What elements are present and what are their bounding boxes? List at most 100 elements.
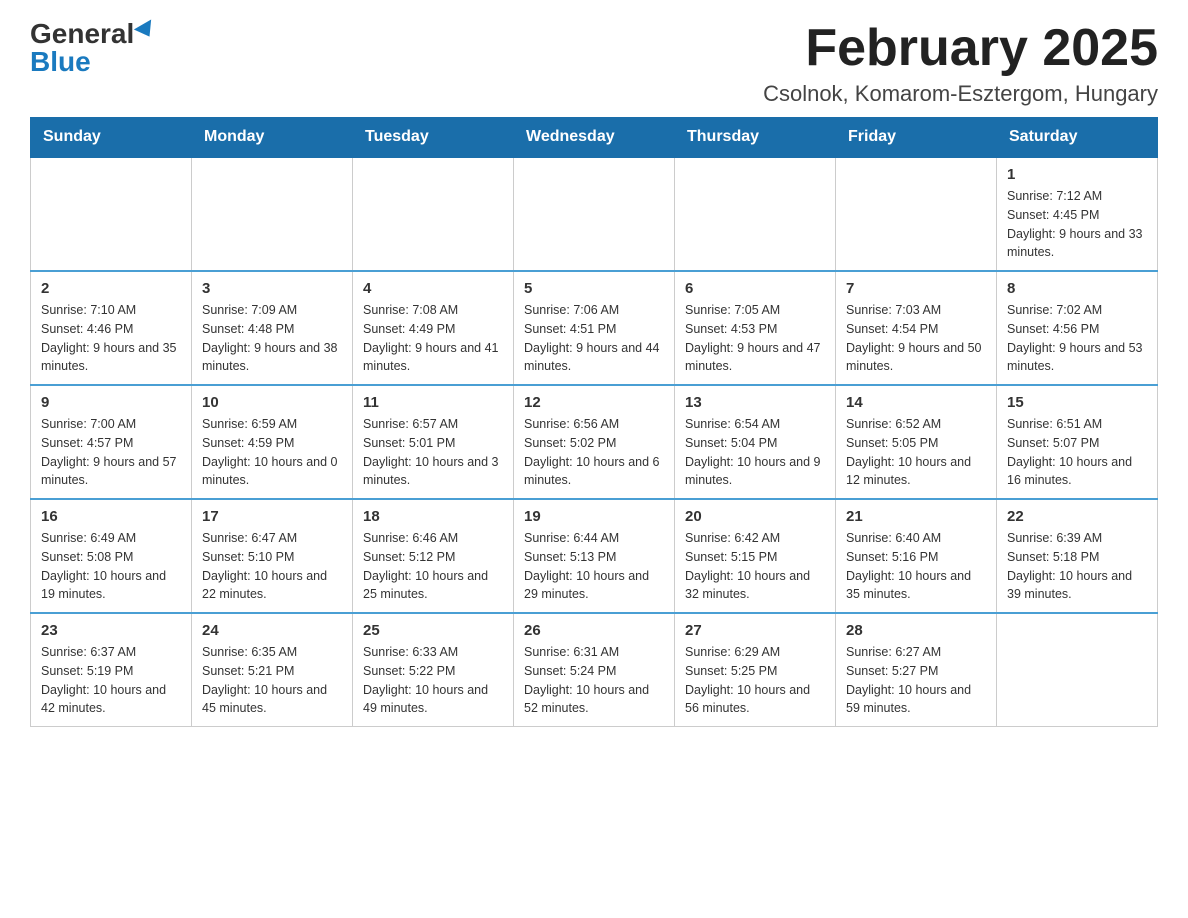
page-header: General Blue February 2025 Csolnok, Koma… <box>30 20 1158 107</box>
day-number: 11 <box>363 394 503 411</box>
day-info: Sunrise: 6:56 AMSunset: 5:02 PMDaylight:… <box>524 415 664 490</box>
calendar-day-cell: 14 Sunrise: 6:52 AMSunset: 5:05 PMDayligh… <box>836 385 997 499</box>
day-number: 16 <box>41 508 181 525</box>
logo-blue-text: Blue <box>30 48 91 76</box>
calendar-day-cell: 25Sunrise: 6:33 AMSunset: 5:22 PMDayligh… <box>353 613 514 727</box>
calendar-day-cell: 6 Sunrise: 7:05 AMSunset: 4:53 PMDaylight… <box>675 271 836 385</box>
day-number: 5 <box>524 280 664 297</box>
day-info: Sunrise: 6:39 AMSunset: 5:18 PMDaylight:… <box>1007 529 1147 604</box>
day-number: 14 <box>846 394 986 411</box>
calendar-day-cell: 26 Sunrise: 6:31 AMSunset: 5:24 PMDayligh… <box>514 613 675 727</box>
calendar-header-saturday: Saturday <box>997 118 1158 158</box>
calendar-day-cell <box>675 157 836 271</box>
calendar-day-cell <box>31 157 192 271</box>
calendar-day-cell: 20 Sunrise: 6:42 AMSunset: 5:15 PMDayligh… <box>675 499 836 613</box>
day-info: Sunrise: 6:42 AMSunset: 5:15 PMDaylight:… <box>685 529 825 604</box>
calendar-header-sunday: Sunday <box>31 118 192 158</box>
calendar-day-cell: 13 Sunrise: 6:54 AMSunset: 5:04 PMDayligh… <box>675 385 836 499</box>
day-info: Sunrise: 6:31 AMSunset: 5:24 PMDaylight:… <box>524 643 664 718</box>
calendar-day-cell: 15 Sunrise: 6:51 AMSunset: 5:07 PMDayligh… <box>997 385 1158 499</box>
calendar-day-cell: 5 Sunrise: 7:06 AMSunset: 4:51 PMDaylight… <box>514 271 675 385</box>
day-info: Sunrise: 7:03 AMSunset: 4:54 PMDaylight:… <box>846 301 986 376</box>
day-info: Sunrise: 6:37 AMSunset: 5:19 PMDaylight:… <box>41 643 181 718</box>
calendar-day-cell: 21 Sunrise: 6:40 AMSunset: 5:16 PMDayligh… <box>836 499 997 613</box>
day-info: Sunrise: 7:06 AMSunset: 4:51 PMDaylight:… <box>524 301 664 376</box>
calendar-day-cell: 22 Sunrise: 6:39 AMSunset: 5:18 PMDayligh… <box>997 499 1158 613</box>
day-info: Sunrise: 6:29 AMSunset: 5:25 PMDaylight:… <box>685 643 825 718</box>
day-number: 19 <box>524 508 664 525</box>
calendar-week-row: 2Sunrise: 7:10 AMSunset: 4:46 PMDaylight… <box>31 271 1158 385</box>
day-info: Sunrise: 6:46 AMSunset: 5:12 PMDaylight:… <box>363 529 503 604</box>
day-info: Sunrise: 6:49 AMSunset: 5:08 PMDaylight:… <box>41 529 181 604</box>
day-info: Sunrise: 7:02 AMSunset: 4:56 PMDaylight:… <box>1007 301 1147 376</box>
calendar-week-row: 1 Sunrise: 7:12 AMSunset: 4:45 PMDaylight… <box>31 157 1158 271</box>
calendar-day-cell: 18Sunrise: 6:46 AMSunset: 5:12 PMDayligh… <box>353 499 514 613</box>
logo-arrow-icon <box>134 19 158 41</box>
day-info: Sunrise: 6:59 AMSunset: 4:59 PMDaylight:… <box>202 415 342 490</box>
calendar-week-row: 16 Sunrise: 6:49 AMSunset: 5:08 PMDayligh… <box>31 499 1158 613</box>
day-info: Sunrise: 7:00 AMSunset: 4:57 PMDaylight:… <box>41 415 181 490</box>
day-number: 21 <box>846 508 986 525</box>
day-number: 20 <box>685 508 825 525</box>
day-number: 13 <box>685 394 825 411</box>
calendar-day-cell: 2Sunrise: 7:10 AMSunset: 4:46 PMDaylight… <box>31 271 192 385</box>
calendar-header-wednesday: Wednesday <box>514 118 675 158</box>
calendar-table: SundayMondayTuesdayWednesdayThursdayFrid… <box>30 117 1158 727</box>
calendar-day-cell <box>192 157 353 271</box>
day-info: Sunrise: 6:35 AMSunset: 5:21 PMDaylight:… <box>202 643 342 718</box>
calendar-day-cell <box>997 613 1158 727</box>
title-section: February 2025 Csolnok, Komarom-Esztergom… <box>763 20 1158 107</box>
day-info: Sunrise: 6:27 AMSunset: 5:27 PMDaylight:… <box>846 643 986 718</box>
day-number: 12 <box>524 394 664 411</box>
day-number: 6 <box>685 280 825 297</box>
day-number: 10 <box>202 394 342 411</box>
calendar-day-cell: 23 Sunrise: 6:37 AMSunset: 5:19 PMDayligh… <box>31 613 192 727</box>
day-info: Sunrise: 7:05 AMSunset: 4:53 PMDaylight:… <box>685 301 825 376</box>
calendar-day-cell: 10 Sunrise: 6:59 AMSunset: 4:59 PMDayligh… <box>192 385 353 499</box>
calendar-subtitle: Csolnok, Komarom-Esztergom, Hungary <box>763 81 1158 107</box>
calendar-header-tuesday: Tuesday <box>353 118 514 158</box>
day-number: 27 <box>685 622 825 639</box>
day-number: 15 <box>1007 394 1147 411</box>
calendar-day-cell: 19 Sunrise: 6:44 AMSunset: 5:13 PMDayligh… <box>514 499 675 613</box>
day-number: 23 <box>41 622 181 639</box>
day-number: 4 <box>363 280 503 297</box>
calendar-day-cell: 24 Sunrise: 6:35 AMSunset: 5:21 PMDayligh… <box>192 613 353 727</box>
day-info: Sunrise: 6:54 AMSunset: 5:04 PMDaylight:… <box>685 415 825 490</box>
day-info: Sunrise: 7:08 AMSunset: 4:49 PMDaylight:… <box>363 301 503 376</box>
calendar-day-cell: 9Sunrise: 7:00 AMSunset: 4:57 PMDaylight… <box>31 385 192 499</box>
calendar-day-cell: 16 Sunrise: 6:49 AMSunset: 5:08 PMDayligh… <box>31 499 192 613</box>
calendar-day-cell: 12 Sunrise: 6:56 AMSunset: 5:02 PMDayligh… <box>514 385 675 499</box>
calendar-header-friday: Friday <box>836 118 997 158</box>
calendar-week-row: 23 Sunrise: 6:37 AMSunset: 5:19 PMDayligh… <box>31 613 1158 727</box>
day-number: 8 <box>1007 280 1147 297</box>
day-info: Sunrise: 6:57 AMSunset: 5:01 PMDaylight:… <box>363 415 503 490</box>
calendar-week-row: 9Sunrise: 7:00 AMSunset: 4:57 PMDaylight… <box>31 385 1158 499</box>
calendar-day-cell: 17Sunrise: 6:47 AMSunset: 5:10 PMDayligh… <box>192 499 353 613</box>
logo-general-text: General <box>30 20 134 48</box>
day-info: Sunrise: 7:09 AMSunset: 4:48 PMDaylight:… <box>202 301 342 376</box>
day-info: Sunrise: 6:47 AMSunset: 5:10 PMDaylight:… <box>202 529 342 604</box>
calendar-title: February 2025 <box>763 20 1158 77</box>
day-info: Sunrise: 6:51 AMSunset: 5:07 PMDaylight:… <box>1007 415 1147 490</box>
day-info: Sunrise: 6:40 AMSunset: 5:16 PMDaylight:… <box>846 529 986 604</box>
day-number: 26 <box>524 622 664 639</box>
calendar-day-cell: 4 Sunrise: 7:08 AMSunset: 4:49 PMDaylight… <box>353 271 514 385</box>
calendar-day-cell: 27 Sunrise: 6:29 AMSunset: 5:25 PMDayligh… <box>675 613 836 727</box>
calendar-day-cell: 1 Sunrise: 7:12 AMSunset: 4:45 PMDaylight… <box>997 157 1158 271</box>
day-info: Sunrise: 6:44 AMSunset: 5:13 PMDaylight:… <box>524 529 664 604</box>
calendar-day-cell: 11 Sunrise: 6:57 AMSunset: 5:01 PMDayligh… <box>353 385 514 499</box>
day-number: 22 <box>1007 508 1147 525</box>
calendar-day-cell <box>836 157 997 271</box>
day-number: 3 <box>202 280 342 297</box>
day-number: 24 <box>202 622 342 639</box>
logo: General Blue <box>30 20 158 76</box>
day-number: 1 <box>1007 166 1147 183</box>
calendar-header-row: SundayMondayTuesdayWednesdayThursdayFrid… <box>31 118 1158 158</box>
day-info: Sunrise: 6:52 AMSunset: 5:05 PMDaylight:… <box>846 415 986 490</box>
day-info: Sunrise: 7:10 AMSunset: 4:46 PMDaylight:… <box>41 301 181 376</box>
day-number: 25 <box>363 622 503 639</box>
day-number: 28 <box>846 622 986 639</box>
calendar-day-cell: 3 Sunrise: 7:09 AMSunset: 4:48 PMDaylight… <box>192 271 353 385</box>
day-info: Sunrise: 7:12 AMSunset: 4:45 PMDaylight:… <box>1007 187 1147 262</box>
